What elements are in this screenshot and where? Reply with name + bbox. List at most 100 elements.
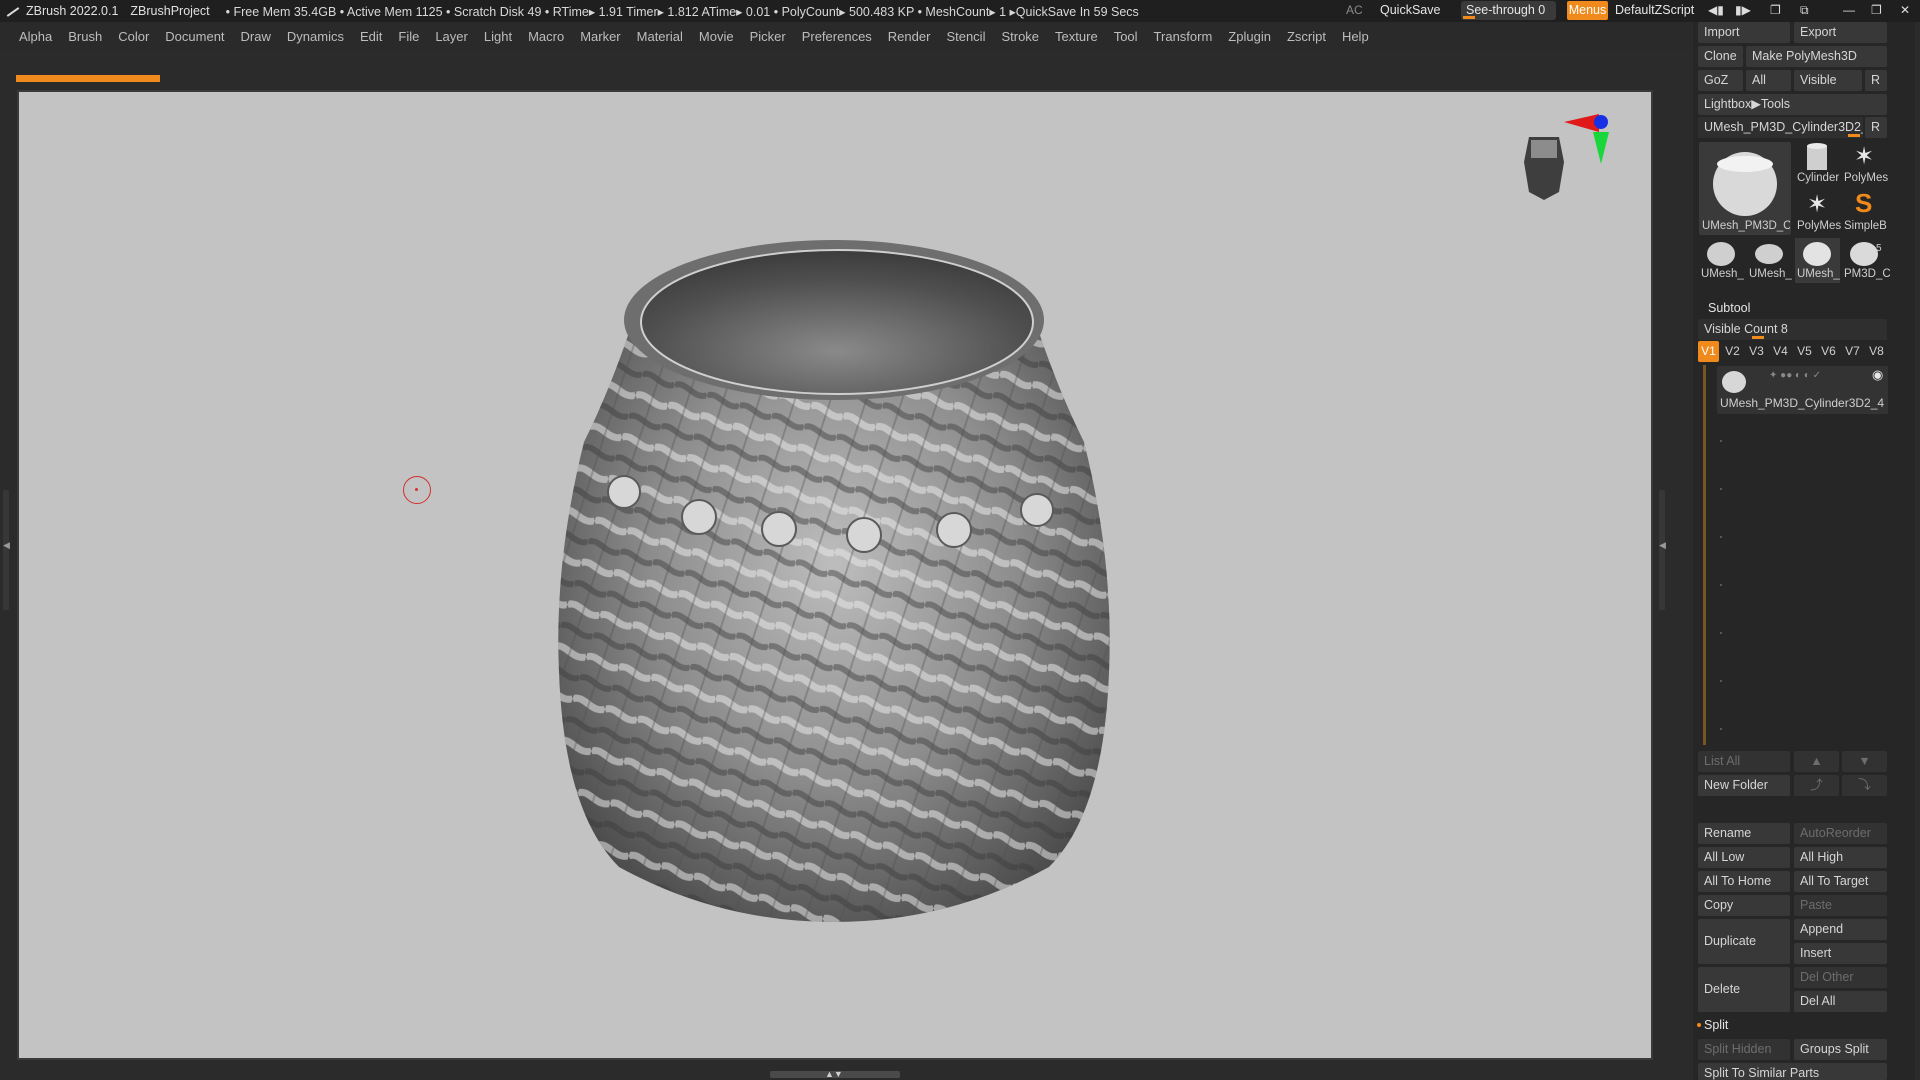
menu-zscript[interactable]: Zscript <box>1287 29 1326 44</box>
menu-brush[interactable]: Brush <box>68 29 102 44</box>
groups-split-button[interactable]: Groups Split <box>1794 1039 1887 1060</box>
folder-down-icon[interactable]: ⤵ <box>1842 775 1887 796</box>
menu-alpha[interactable]: Alpha <box>19 29 52 44</box>
list-all-button[interactable]: List All <box>1698 751 1790 772</box>
clone-button[interactable]: Clone <box>1698 46 1743 67</box>
left-tray-handle[interactable]: ◀ <box>3 490 10 610</box>
menu-edit[interactable]: Edit <box>360 29 382 44</box>
tab-v8[interactable]: V8 <box>1866 341 1887 362</box>
move-up-arrow-icon[interactable]: ▲ <box>1794 751 1839 772</box>
eye-icon[interactable]: ◉ <box>1872 367 1883 383</box>
goz-r-button[interactable]: R <box>1865 70 1887 91</box>
menu-render[interactable]: Render <box>888 29 931 44</box>
tool-thumb-umesh-3[interactable]: UMesh_ <box>1795 238 1840 283</box>
minimize-icon[interactable]: ― <box>1843 3 1855 17</box>
append-button[interactable]: Append <box>1794 919 1887 940</box>
menu-document[interactable]: Document <box>165 29 224 44</box>
menu-help[interactable]: Help <box>1342 29 1369 44</box>
delete-button[interactable]: Delete <box>1698 967 1790 1012</box>
menu-stroke[interactable]: Stroke <box>1001 29 1039 44</box>
menu-layer[interactable]: Layer <box>435 29 468 44</box>
tool-thumb-main[interactable]: UMesh_PM3D_C <box>1699 142 1791 235</box>
layout-right-icon[interactable]: ▮▶ <box>1735 3 1751 17</box>
menus-button[interactable]: Menus <box>1567 1 1608 20</box>
tab-v5[interactable]: V5 <box>1794 341 1815 362</box>
all-to-target-button[interactable]: All To Target <box>1794 871 1887 892</box>
menu-tool[interactable]: Tool <box>1114 29 1138 44</box>
right-tray-handle[interactable]: ◀ <box>1659 490 1666 610</box>
goz-all-button[interactable]: All <box>1746 70 1791 91</box>
subtool-header[interactable]: Subtool <box>1708 301 1750 315</box>
menu-dynamics[interactable]: Dynamics <box>287 29 344 44</box>
menu-material[interactable]: Material <box>637 29 683 44</box>
visible-count-slider[interactable]: Visible Count 8 <box>1698 319 1887 340</box>
menu-file[interactable]: File <box>398 29 419 44</box>
menu-macro[interactable]: Macro <box>528 29 564 44</box>
tab-v2[interactable]: V2 <box>1722 341 1743 362</box>
see-through-slider[interactable]: See-through 0 <box>1461 1 1556 20</box>
restore-icon[interactable]: ❐ <box>1871 3 1882 17</box>
autoreorder-button[interactable]: AutoReorder <box>1794 823 1887 844</box>
navigation-gizmo[interactable] <box>1509 102 1619 212</box>
menu-marker[interactable]: Marker <box>580 29 620 44</box>
paste-button[interactable]: Paste <box>1794 895 1887 916</box>
move-down-arrow-icon[interactable]: ▼ <box>1842 751 1887 772</box>
menu-zplugin[interactable]: Zplugin <box>1228 29 1271 44</box>
del-other-button[interactable]: Del Other <box>1794 967 1887 988</box>
tab-v3[interactable]: V3 <box>1746 341 1767 362</box>
subtool-scrollbar[interactable] <box>1703 365 1706 745</box>
quicksave-button[interactable]: QuickSave <box>1380 3 1440 17</box>
tab-v7[interactable]: V7 <box>1842 341 1863 362</box>
tab-v6[interactable]: V6 <box>1818 341 1839 362</box>
goz-button[interactable]: GoZ <box>1698 70 1743 91</box>
new-folder-button[interactable]: New Folder <box>1698 775 1790 796</box>
split-section-header[interactable]: Split <box>1704 1018 1728 1032</box>
tab-v1[interactable]: V1 <box>1698 341 1719 362</box>
all-to-home-button[interactable]: All To Home <box>1698 871 1790 892</box>
ac-indicator[interactable]: AC <box>1346 3 1363 17</box>
menu-color[interactable]: Color <box>118 29 149 44</box>
layout-left-icon[interactable]: ◀▮ <box>1708 3 1724 17</box>
menu-light[interactable]: Light <box>484 29 512 44</box>
goz-visible-button[interactable]: Visible <box>1794 70 1862 91</box>
default-zscript-button[interactable]: DefaultZScript <box>1615 3 1694 17</box>
tool-thumb-polymesh-star-2[interactable]: ✶ PolyMes <box>1795 190 1841 235</box>
split-hidden-button[interactable]: Split Hidden <box>1698 1039 1790 1060</box>
document-canvas[interactable] <box>17 90 1653 1060</box>
rename-button[interactable]: Rename <box>1698 823 1790 844</box>
all-high-button[interactable]: All High <box>1794 847 1887 868</box>
copy-button[interactable]: Copy <box>1698 895 1790 916</box>
export-button[interactable]: Export <box>1794 22 1887 43</box>
window-layout-icon[interactable]: ❐ <box>1770 3 1781 17</box>
make-polymesh-button[interactable]: Make PolyMesh3D <box>1746 46 1887 67</box>
tool-thumb-umesh-2[interactable]: UMesh_ <box>1747 238 1792 283</box>
tool-thumb-cylinder[interactable]: Cylinder <box>1795 142 1840 187</box>
menu-preferences[interactable]: Preferences <box>802 29 872 44</box>
tab-v4[interactable]: V4 <box>1770 341 1791 362</box>
del-all-button[interactable]: Del All <box>1794 991 1887 1012</box>
bottom-tray-arrow-icon[interactable]: ▲▼ <box>825 1069 843 1079</box>
close-icon[interactable]: ✕ <box>1900 3 1910 17</box>
tool-thumb-umesh-1[interactable]: UMesh_ <box>1699 238 1744 283</box>
menu-texture[interactable]: Texture <box>1055 29 1098 44</box>
duplicate-button[interactable]: Duplicate <box>1698 919 1790 964</box>
current-tool-r-button[interactable]: R <box>1865 117 1887 138</box>
import-button[interactable]: Import <box>1698 22 1790 43</box>
lightbox-tools-button[interactable]: Lightbox▶Tools <box>1698 94 1887 115</box>
subtool-list-item[interactable]: ✦ ●● ◐ ◐ ✓ ◉ UMesh_PM3D_Cylinder3D2_4 <box>1717 366 1888 414</box>
menu-transform[interactable]: Transform <box>1154 29 1213 44</box>
menu-picker[interactable]: Picker <box>750 29 786 44</box>
tool-thumb-polymesh-star-1[interactable]: ✶ PolyMes <box>1842 142 1888 187</box>
menu-movie[interactable]: Movie <box>699 29 734 44</box>
folder-up-icon[interactable]: ⤴ <box>1794 775 1839 796</box>
tool-thumb-pm3d[interactable]: 5 PM3D_C <box>1842 238 1891 283</box>
subtool-options-icon[interactable]: ✦ ●● ◐ ◐ ✓ <box>1769 370 1821 381</box>
current-tool-slider[interactable]: UMesh_PM3D_Cylinder3D2_4 <box>1698 117 1863 138</box>
all-low-button[interactable]: All Low <box>1698 847 1790 868</box>
dock-icon[interactable]: ⧉ <box>1800 3 1809 18</box>
tool-thumb-simplebrush[interactable]: S SimpleB <box>1842 188 1887 235</box>
menu-draw[interactable]: Draw <box>241 29 271 44</box>
split-to-similar-parts-button[interactable]: Split To Similar Parts <box>1698 1063 1887 1080</box>
menu-stencil[interactable]: Stencil <box>946 29 985 44</box>
insert-button[interactable]: Insert <box>1794 943 1887 964</box>
